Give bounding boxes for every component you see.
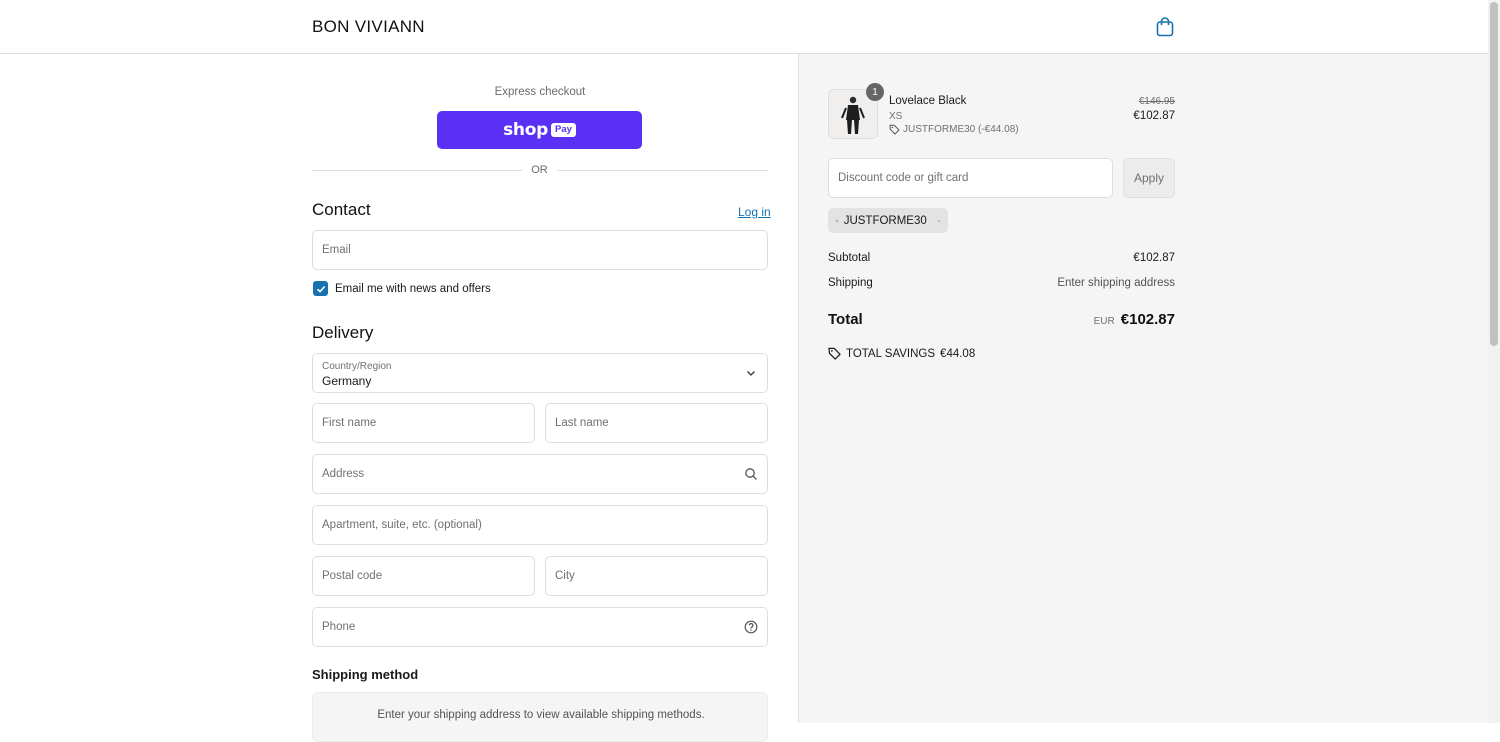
applied-discount-code: JUSTFORME30 — [844, 215, 927, 227]
total-savings-label: TOTAL SAVINGS — [846, 348, 935, 360]
tag-icon — [828, 347, 841, 360]
last-name-field[interactable] — [545, 403, 768, 443]
total-currency: EUR — [1094, 316, 1115, 327]
phone-input[interactable] — [313, 608, 767, 646]
phone-field[interactable] — [312, 607, 768, 647]
product-final-price: €102.87 — [1133, 110, 1175, 122]
quantity-badge: 1 — [866, 83, 884, 101]
shipping-label: Shipping — [828, 277, 873, 289]
country-select-value: Germany — [322, 374, 371, 388]
subtotal-label: Subtotal — [828, 252, 870, 264]
postal-code-field[interactable] — [312, 556, 535, 596]
city-field[interactable] — [545, 556, 768, 596]
email-input[interactable] — [313, 231, 767, 269]
email-field[interactable] — [312, 230, 768, 270]
login-link[interactable]: Log in — [738, 205, 771, 219]
product-original-price: €146.95 — [1139, 96, 1175, 107]
address-input[interactable] — [313, 455, 767, 493]
first-name-field[interactable] — [312, 403, 535, 443]
postal-code-input[interactable] — [313, 557, 534, 595]
address-field[interactable] — [312, 454, 768, 494]
search-icon[interactable] — [744, 467, 758, 481]
apartment-field[interactable] — [312, 505, 768, 545]
brand-logo[interactable]: BON VIVIANN — [312, 17, 425, 37]
product-variant: XS — [889, 111, 902, 122]
delivery-heading: Delivery — [312, 323, 373, 343]
city-input[interactable] — [546, 557, 767, 595]
discount-code-field[interactable] — [828, 158, 1113, 198]
or-separator: OR — [522, 164, 557, 176]
close-icon[interactable] — [938, 216, 940, 226]
shipping-method-message: Enter your shipping address to view avai… — [313, 709, 769, 721]
product-name: Lovelace Black — [889, 95, 966, 107]
site-header: BON VIVIANN — [0, 0, 1488, 54]
discount-code-input[interactable] — [829, 159, 1112, 197]
first-name-input[interactable] — [313, 404, 534, 442]
help-icon[interactable] — [744, 620, 758, 634]
shipping-value: Enter shipping address — [1057, 277, 1175, 289]
apply-discount-button[interactable]: Apply — [1123, 158, 1175, 198]
total-savings-value: €44.08 — [940, 348, 975, 360]
order-summary-pane — [798, 54, 1488, 723]
total-value: €102.87 — [1121, 311, 1175, 328]
total-savings: TOTAL SAVINGS €44.08 — [828, 347, 975, 360]
product-discount-text: JUSTFORME30 (-€44.08) — [903, 124, 1019, 135]
shipping-method-heading: Shipping method — [312, 667, 418, 682]
country-select-label: Country/Region — [322, 361, 391, 372]
checkmark-icon — [316, 284, 326, 294]
total-value-group: EUR €102.87 — [1094, 311, 1175, 328]
shopping-bag-icon[interactable] — [1156, 17, 1174, 37]
last-name-input[interactable] — [546, 404, 767, 442]
express-checkout-label: Express checkout — [312, 86, 768, 98]
shop-pay-badge: Pay — [551, 123, 576, 137]
chevron-down-icon — [744, 366, 758, 380]
shop-pay-wordmark: shop — [503, 120, 548, 140]
tag-icon — [836, 215, 839, 227]
contact-heading: Contact — [312, 200, 371, 220]
newsletter-checkbox[interactable] — [313, 281, 328, 296]
scrollbar-thumb[interactable] — [1490, 2, 1498, 346]
divider — [557, 170, 768, 171]
country-select[interactable]: Country/Region Germany — [312, 353, 768, 393]
total-label: Total — [828, 311, 863, 328]
tag-icon — [889, 124, 900, 135]
apartment-input[interactable] — [313, 506, 767, 544]
shop-pay-button[interactable]: shop Pay — [437, 111, 642, 149]
shipping-method-placeholder: Enter your shipping address to view avai… — [312, 692, 768, 742]
divider — [312, 170, 522, 171]
product-discount: JUSTFORME30 (-€44.08) — [889, 124, 1019, 135]
newsletter-label: Email me with news and offers — [335, 283, 491, 295]
applied-discount-tag: JUSTFORME30 — [828, 208, 948, 233]
subtotal-value: €102.87 — [1133, 252, 1175, 264]
